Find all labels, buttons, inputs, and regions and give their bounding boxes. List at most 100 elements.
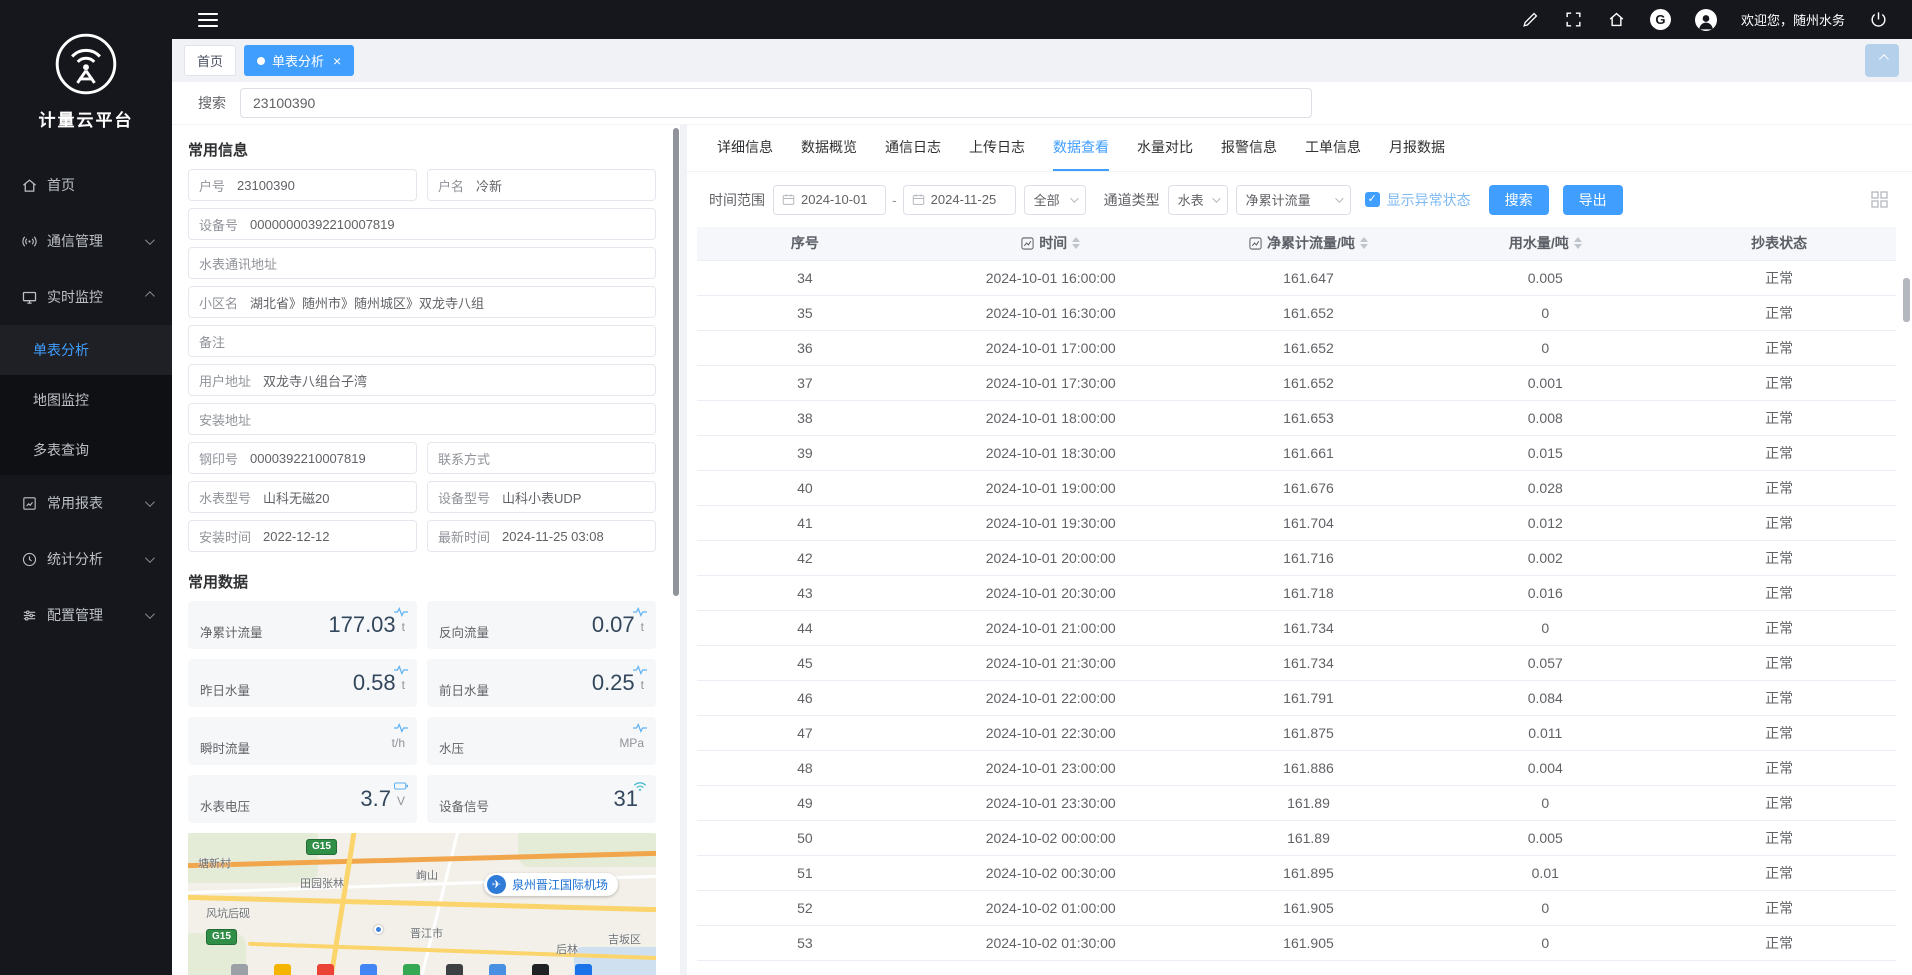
channel-select[interactable]: 水表: [1168, 185, 1228, 215]
scrollbar-thumb[interactable]: [673, 128, 679, 596]
table-row[interactable]: 42 2024-10-01 20:00:00 161.716 0.002 正常: [697, 540, 1896, 575]
left-panel-scrollbar[interactable]: [672, 125, 680, 975]
table-row[interactable]: 51 2024-10-02 00:30:00 161.895 0.01 正常: [697, 855, 1896, 890]
sidebar-item-multi-meter-query[interactable]: 多表查询: [0, 425, 172, 475]
metric-select[interactable]: 净累计流量: [1236, 185, 1351, 215]
taskbar-app-icon[interactable]: [231, 964, 248, 975]
sidebar-item-map-monitor[interactable]: 地图监控: [0, 375, 172, 425]
tab[interactable]: 详细信息: [717, 125, 773, 171]
main-area: 首页 单表分析 × 搜索 常用信息 户号23100390 户名冷新 设备号000…: [172, 39, 1912, 975]
table-row[interactable]: 46 2024-10-01 22:00:00 161.791 0.084 正常: [697, 680, 1896, 715]
battery-icon: [394, 780, 408, 792]
cell-time: 2024-10-01 20:30:00: [913, 575, 1189, 610]
table-row[interactable]: 39 2024-10-01 18:30:00 161.661 0.015 正常: [697, 435, 1896, 470]
table-row[interactable]: 34 2024-10-01 16:00:00 161.647 0.005 正常: [697, 260, 1896, 295]
power-icon[interactable]: [1869, 10, 1888, 29]
table-row[interactable]: 44 2024-10-01 21:00:00 161.734 0 正常: [697, 610, 1896, 645]
table-row[interactable]: 36 2024-10-01 17:00:00 161.652 0 正常: [697, 330, 1896, 365]
col-usage[interactable]: 用水量/吨: [1428, 227, 1662, 260]
cell-no: 43: [697, 575, 913, 610]
scroll-top-button[interactable]: [1865, 44, 1899, 77]
table-row[interactable]: 37 2024-10-01 17:30:00 161.652 0.001 正常: [697, 365, 1896, 400]
taskbar-app-icon[interactable]: [274, 964, 291, 975]
table-row[interactable]: 47 2024-10-01 22:30:00 161.875 0.011 正常: [697, 715, 1896, 750]
sort-icon: [1072, 237, 1080, 249]
column-chart-icon: [1021, 237, 1034, 250]
taskbar-app-icon[interactable]: [446, 964, 463, 975]
taskbar-app-icon[interactable]: [575, 964, 592, 975]
export-button[interactable]: 导出: [1563, 185, 1623, 215]
cell-net-total: 161.661: [1189, 435, 1429, 470]
sidebar-item-reports[interactable]: 常用报表: [0, 475, 172, 531]
taskbar-app-icon[interactable]: [532, 964, 549, 975]
content: 常用信息 户号23100390 户名冷新 设备号0000000039221000…: [172, 125, 1912, 975]
avatar[interactable]: [1695, 9, 1717, 31]
table-row[interactable]: 40 2024-10-01 19:00:00 161.676 0.028 正常: [697, 470, 1896, 505]
chevron-down-icon: [1070, 194, 1078, 202]
sidebar-item-single-meter-analysis[interactable]: 单表分析: [0, 325, 172, 375]
chevron-down-icon: [145, 553, 155, 563]
taskbar-app-icon[interactable]: [489, 964, 506, 975]
sidebar-item-home[interactable]: 首页: [0, 157, 172, 213]
grid-icon[interactable]: [1871, 191, 1888, 208]
tag-single-meter-analysis[interactable]: 单表分析 ×: [244, 45, 354, 76]
taskbar: [231, 964, 618, 975]
g-badge-icon[interactable]: G: [1650, 9, 1671, 30]
sidebar-submenu: 单表分析 地图监控 多表查询: [0, 325, 172, 475]
table-row[interactable]: 38 2024-10-01 18:00:00 161.653 0.008 正常: [697, 400, 1896, 435]
date-to-input[interactable]: 2024-11-25: [903, 185, 1016, 215]
cell-status: 正常: [1662, 715, 1896, 750]
table-row[interactable]: 45 2024-10-01 21:30:00 161.734 0.057 正常: [697, 645, 1896, 680]
taskbar-app-icon[interactable]: [403, 964, 420, 975]
cell-no: 50: [697, 820, 913, 855]
col-time[interactable]: 时间: [913, 227, 1189, 260]
table-row[interactable]: 52 2024-10-02 01:00:00 161.905 0 正常: [697, 890, 1896, 925]
column-chart-icon: [1249, 237, 1262, 250]
map[interactable]: G15 G15 塘新村 田园张林 峋山 风坑后砚 晋江市 后林 吉坂区 ✈ 泉州…: [188, 833, 656, 975]
tab[interactable]: 水量对比: [1137, 125, 1193, 171]
table-row[interactable]: 50 2024-10-02 00:00:00 161.89 0.005 正常: [697, 820, 1896, 855]
col-net-total[interactable]: 净累计流量/吨: [1189, 227, 1429, 260]
sidebar-item-configuration[interactable]: 配置管理: [0, 587, 172, 643]
sidebar-item-communication[interactable]: 通信管理: [0, 213, 172, 269]
cell-status: 正常: [1662, 645, 1896, 680]
tab-label: 报警信息: [1221, 137, 1277, 157]
date-separator: -: [892, 192, 897, 208]
table-row[interactable]: 48 2024-10-01 23:00:00 161.886 0.004 正常: [697, 750, 1896, 785]
pulse-icon: [394, 606, 408, 618]
search-button[interactable]: 搜索: [1489, 185, 1549, 215]
screen: 计量云平台 首页 通信管理 实时监控 单表分析 地图监控 多表查询: [0, 0, 1912, 975]
tab[interactable]: 通信日志: [885, 125, 941, 171]
date-from-input[interactable]: 2024-10-01: [773, 185, 886, 215]
tab[interactable]: 月报数据: [1389, 125, 1445, 171]
taskbar-app-icon[interactable]: [317, 964, 334, 975]
close-icon[interactable]: ×: [333, 54, 341, 68]
tab[interactable]: 工单信息: [1305, 125, 1361, 171]
edit-icon[interactable]: [1521, 10, 1540, 29]
field-device-no: 设备号00000000392210007819: [188, 208, 656, 240]
search-input[interactable]: [240, 88, 1312, 118]
cell-no: 40: [697, 470, 913, 505]
hamburger-menu-icon[interactable]: [198, 13, 218, 27]
home-icon[interactable]: [1607, 10, 1626, 29]
tab[interactable]: 上传日志: [969, 125, 1025, 171]
sidebar-item-realtime-monitor[interactable]: 实时监控: [0, 269, 172, 325]
cell-time: 2024-10-01 17:00:00: [913, 330, 1189, 365]
taskbar-app-icon[interactable]: [360, 964, 377, 975]
tab[interactable]: 数据查看: [1053, 125, 1109, 171]
tag-home[interactable]: 首页: [184, 45, 236, 76]
table-row[interactable]: 41 2024-10-01 19:30:00 161.704 0.012 正常: [697, 505, 1896, 540]
tab-label: 通信日志: [885, 137, 941, 157]
table-scrollbar[interactable]: [1903, 278, 1910, 322]
fullscreen-icon[interactable]: [1564, 10, 1583, 29]
range-select[interactable]: 全部: [1024, 185, 1086, 215]
table-row[interactable]: 53 2024-10-02 01:30:00 161.905 0 正常: [697, 925, 1896, 960]
sidebar-item-statistics[interactable]: 统计分析: [0, 531, 172, 587]
table-row[interactable]: 43 2024-10-01 20:30:00 161.718 0.016 正常: [697, 575, 1896, 610]
table-row[interactable]: 35 2024-10-01 16:30:00 161.652 0 正常: [697, 295, 1896, 330]
airport-marker[interactable]: ✈ 泉州晋江国际机场: [484, 873, 618, 896]
table-row[interactable]: 49 2024-10-01 23:30:00 161.89 0 正常: [697, 785, 1896, 820]
tab[interactable]: 报警信息: [1221, 125, 1277, 171]
abnormal-checkbox[interactable]: ✓: [1365, 192, 1380, 207]
tab[interactable]: 数据概览: [801, 125, 857, 171]
